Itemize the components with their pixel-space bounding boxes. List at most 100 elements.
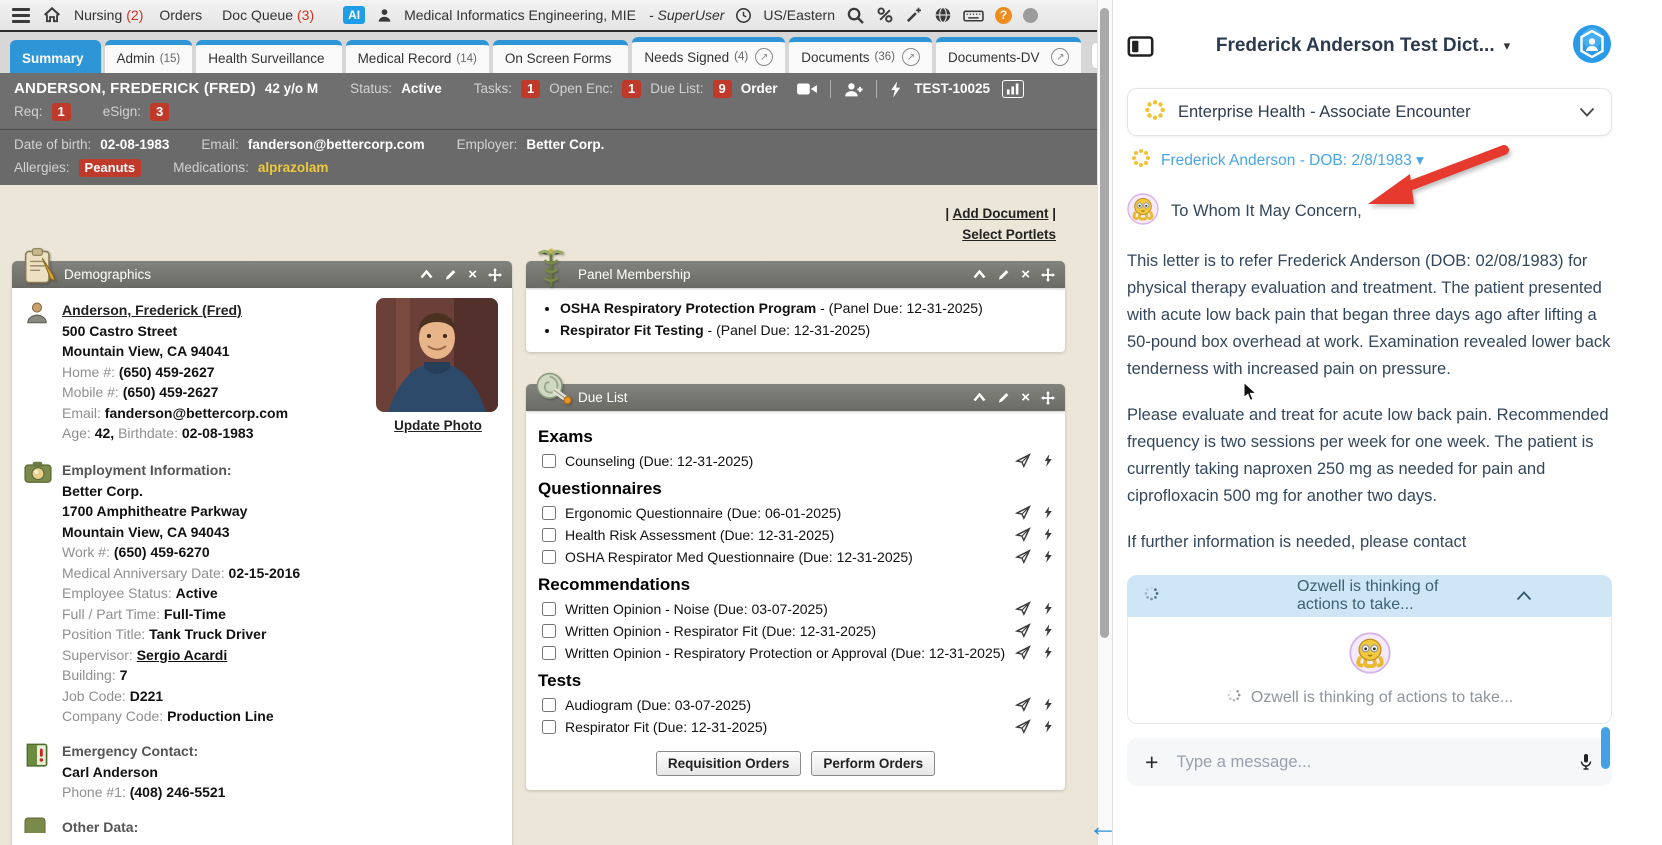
flowsheet-chart-icon[interactable]	[1002, 80, 1024, 98]
due-item-checkbox[interactable]	[542, 646, 556, 660]
tasks-count-badge[interactable]: 1	[521, 80, 540, 98]
allergy-badge[interactable]: Peanuts	[79, 159, 142, 177]
encounter-card[interactable]: Enterprise Health - Associate Encounter	[1127, 88, 1612, 136]
panel-membership-item[interactable]: Respirator Fit Testing - (Panel Due: 12-…	[560, 320, 1053, 340]
globe-icon[interactable]	[934, 6, 952, 24]
app: Nursing (2) Orders Doc Queue (3) AI	[0, 0, 1662, 845]
orders-button[interactable]: Requisition Orders	[656, 751, 802, 776]
due-item-checkbox[interactable]	[542, 698, 556, 712]
select-portlets-link[interactable]: Select Portlets	[962, 227, 1056, 242]
tab[interactable]: Admin (15) ↗	[105, 40, 193, 73]
due-item-checkbox[interactable]	[542, 506, 556, 520]
patient-name[interactable]: ANDERSON, FREDERICK (FRED)	[14, 79, 256, 99]
move-icon[interactable]	[1041, 391, 1055, 405]
send-icon[interactable]	[1015, 697, 1031, 712]
add-document-link[interactable]: Add Document	[952, 206, 1048, 221]
panel-scrollbar-thumb[interactable]	[1601, 727, 1610, 769]
field-segment: (408) 246-5521	[130, 784, 226, 800]
send-icon[interactable]	[1015, 453, 1031, 468]
req-count-badge[interactable]: 1	[52, 103, 71, 121]
close-icon[interactable]: ×	[1021, 390, 1030, 405]
tab[interactable]: Documents-DV ↗	[936, 37, 1082, 73]
main-scrollbar[interactable]	[1097, 0, 1112, 845]
send-icon[interactable]	[1015, 505, 1031, 520]
message-input[interactable]	[1174, 752, 1562, 773]
bolt-icon[interactable]	[1043, 697, 1053, 712]
panel-membership-item[interactable]: OSHA Respiratory Protection Program - (P…	[560, 298, 1053, 318]
bolt-icon[interactable]	[889, 81, 902, 98]
main-scrollbar-thumb[interactable]	[1100, 8, 1109, 638]
due-item-checkbox[interactable]	[542, 550, 556, 564]
attach-plus-icon[interactable]: +	[1145, 751, 1158, 774]
collapse-icon[interactable]	[420, 270, 433, 279]
tab[interactable]: Medical Record (14) ↗	[346, 40, 489, 73]
orders-button[interactable]: Perform Orders	[811, 751, 935, 776]
send-icon[interactable]	[1015, 527, 1031, 542]
tab[interactable]: Health Surveillance ↗	[196, 40, 341, 73]
send-icon[interactable]	[1015, 549, 1031, 564]
bolt-icon[interactable]	[1043, 719, 1053, 734]
field-segment: Full-Time	[164, 606, 226, 622]
bolt-icon[interactable]	[1043, 453, 1053, 468]
collapse-panel-arrow[interactable]: ←	[1088, 810, 1118, 844]
add-person-icon[interactable]	[843, 81, 864, 98]
due-list-count-badge[interactable]: 9	[713, 80, 732, 98]
due-item-label: Ergonomic Questionnaire (Due: 06-01-2025…	[565, 504, 1015, 523]
esign-count-badge[interactable]: 3	[150, 103, 169, 121]
edit-icon[interactable]	[997, 391, 1010, 404]
summary-content: | Add Document | Select Portlets Demogra…	[0, 185, 1098, 845]
nav-menu-item[interactable]: Nursing (2)	[74, 7, 143, 23]
due-item-checkbox[interactable]	[542, 624, 556, 638]
medications-value[interactable]: alprazolam	[258, 158, 329, 178]
tab[interactable]: On Screen Forms ↗	[493, 40, 629, 73]
due-item-checkbox[interactable]	[542, 528, 556, 542]
patient-context-link[interactable]: Frederick Anderson - DOB: 2/8/1983 ▾	[1131, 148, 1612, 173]
order-link[interactable]: Order	[741, 79, 778, 99]
emergency-contact-icon	[24, 741, 50, 770]
tab[interactable]: Documents (36) ↗	[789, 37, 932, 73]
move-icon[interactable]	[1041, 268, 1055, 282]
move-icon[interactable]	[488, 268, 502, 282]
edit-icon[interactable]	[444, 268, 457, 281]
collapse-icon[interactable]	[973, 393, 986, 402]
close-icon[interactable]: ×	[468, 267, 477, 282]
quick-links-icon[interactable]	[876, 6, 894, 24]
microphone-icon[interactable]	[1578, 752, 1594, 772]
send-icon[interactable]	[1015, 623, 1031, 638]
due-item-checkbox[interactable]	[542, 454, 556, 468]
bolt-icon[interactable]	[1043, 549, 1053, 564]
nav-menu-item[interactable]: Doc Queue (3)	[222, 7, 314, 23]
collapse-icon[interactable]	[973, 270, 986, 279]
search-icon[interactable]	[846, 6, 865, 25]
tab[interactable]: Summary ↗	[10, 40, 101, 73]
bolt-icon[interactable]	[1043, 601, 1053, 616]
thinking-header[interactable]: Ozwell is thinking of actions to take...	[1127, 575, 1612, 617]
send-icon[interactable]	[1015, 719, 1031, 734]
bolt-icon[interactable]	[1043, 645, 1053, 660]
hamburger-menu-icon[interactable]	[12, 8, 30, 23]
video-call-icon[interactable]	[796, 81, 818, 97]
wand-icon[interactable]	[905, 6, 923, 24]
keyboard-icon[interactable]	[963, 7, 984, 24]
due-list-item: Written Opinion - Respirator Fit (Due: 1…	[538, 622, 1053, 641]
ai-badge[interactable]: AI	[343, 6, 365, 24]
panel-toggle-icon[interactable]	[1127, 34, 1154, 59]
edit-icon[interactable]	[997, 268, 1010, 281]
due-item-checkbox[interactable]	[542, 720, 556, 734]
field-segment[interactable]: Sergio Acardi	[137, 647, 228, 663]
help-icon[interactable]: ?	[995, 7, 1012, 24]
timezone-label[interactable]: US/Eastern	[763, 7, 835, 23]
dictation-selector[interactable]: Frederick Anderson Test Dict... ▾	[1216, 35, 1510, 57]
bolt-icon[interactable]	[1043, 505, 1053, 520]
due-item-checkbox[interactable]	[542, 602, 556, 616]
close-icon[interactable]: ×	[1021, 267, 1030, 282]
patient-name-link[interactable]: Anderson, Frederick (Fred)	[62, 300, 242, 321]
bolt-icon[interactable]	[1043, 623, 1053, 638]
send-icon[interactable]	[1015, 601, 1031, 616]
home-icon[interactable]	[43, 6, 61, 24]
tab[interactable]: Needs Signed (4) ↗	[632, 37, 785, 73]
nav-menu-item[interactable]: Orders	[159, 7, 206, 23]
open-enc-count-badge[interactable]: 1	[622, 80, 641, 98]
send-icon[interactable]	[1015, 645, 1031, 660]
bolt-icon[interactable]	[1043, 527, 1053, 542]
